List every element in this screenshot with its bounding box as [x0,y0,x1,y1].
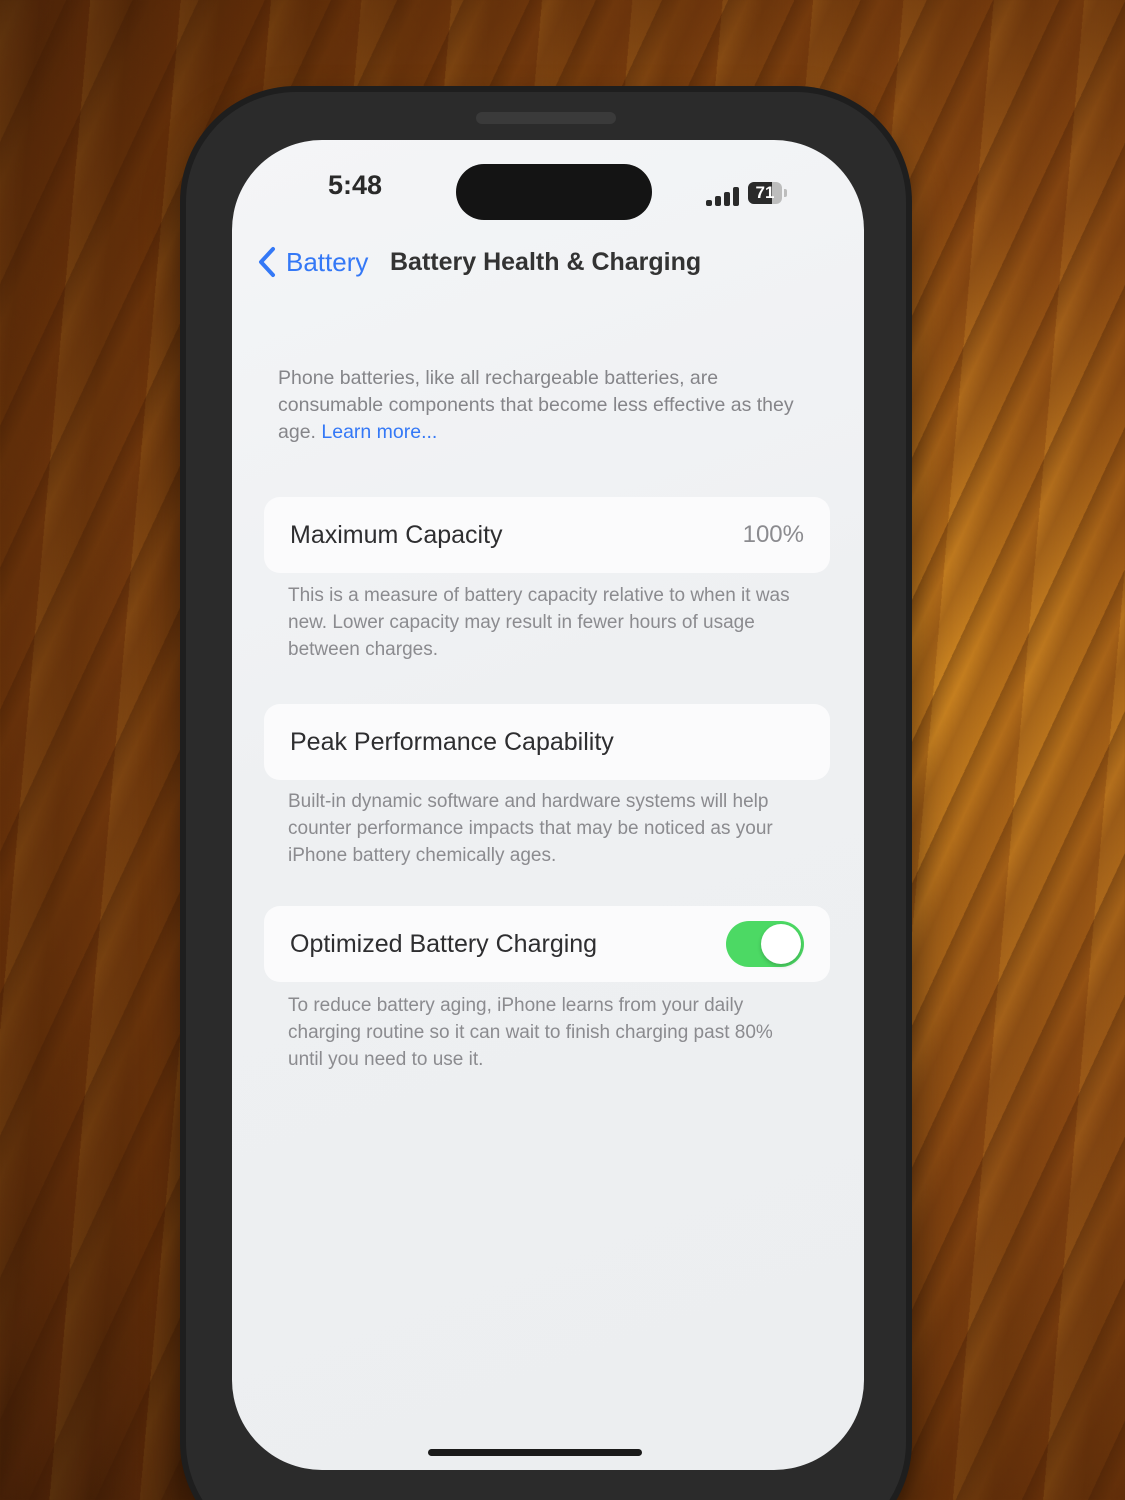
back-button[interactable]: Battery [254,240,368,284]
battery-level: 71 [755,183,775,202]
peak-performance-footnote: Built-in dynamic software and hardware s… [288,791,773,866]
optimized-charging-footnote: To reduce battery aging, iPhone learns f… [288,995,773,1070]
phone-screen: 5:48 71 Battery Battery Health & Chargin… [232,140,864,1470]
back-button-label: Battery [286,246,369,277]
dynamic-island [456,164,652,220]
peak-performance-row[interactable]: Peak Performance Capability [264,704,830,780]
maximum-capacity-footnote: This is a measure of battery capacity re… [288,585,790,660]
toggle-knob [761,924,801,964]
battery-icon: 71 [748,182,788,206]
page-title: Battery Health & Charging [390,248,702,276]
home-indicator[interactable] [428,1449,642,1456]
chevron-left-icon [259,247,275,277]
status-time: 5:48 [328,170,383,200]
optimized-charging-label: Optimized Battery Charging [290,929,598,958]
case-speaker-slot [476,112,616,124]
intro-text-block: Phone batteries, like all rechargeable b… [278,365,808,446]
learn-more-link[interactable]: Learn more... [321,421,437,443]
maximum-capacity-label: Maximum Capacity [290,520,503,549]
optimized-charging-row: Optimized Battery Charging [264,906,830,982]
optimized-charging-toggle[interactable] [726,921,804,967]
cellular-signal-icon [706,186,742,206]
maximum-capacity-value: 100% [742,521,804,548]
peak-performance-label: Peak Performance Capability [290,727,614,756]
maximum-capacity-row: Maximum Capacity 100% [264,497,830,573]
